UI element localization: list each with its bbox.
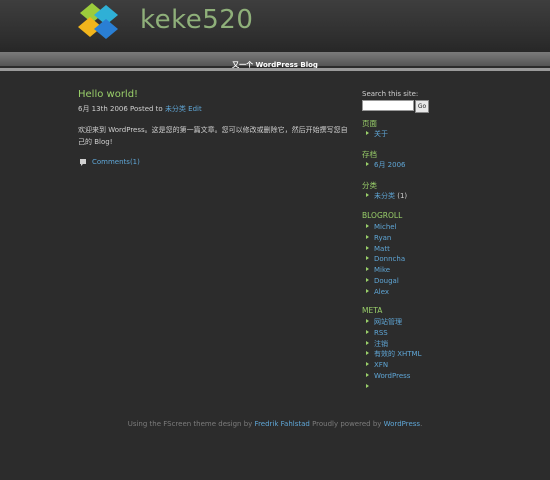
meta-link-wordpress[interactable]: WordPress bbox=[374, 372, 410, 380]
list-item: 未分类 (1) bbox=[362, 191, 407, 202]
blogroll-link[interactable]: Donncha bbox=[374, 255, 405, 263]
list-item: 有效的 XHTML bbox=[362, 349, 422, 360]
arrow-bullet-icon bbox=[366, 193, 369, 197]
search-input[interactable] bbox=[362, 100, 414, 111]
sidebar: Search this site: Go 页面 关于 存档 6月 2006 分类… bbox=[362, 90, 482, 388]
meta-link-admin[interactable]: 网站管理 bbox=[374, 318, 402, 326]
meta-link-rss[interactable]: RSS bbox=[374, 329, 388, 337]
arrow-bullet-icon bbox=[366, 234, 369, 239]
list-item: Mike bbox=[362, 265, 405, 276]
list-item: Dougal bbox=[362, 276, 405, 287]
categories-heading: 分类 bbox=[362, 181, 377, 190]
archive-link[interactable]: 6月 2006 bbox=[374, 161, 406, 169]
blogroll-link[interactable]: Dougal bbox=[374, 277, 399, 285]
blogroll-link[interactable]: Mike bbox=[374, 266, 390, 274]
blogroll-link[interactable]: Matt bbox=[374, 245, 390, 253]
list-item: XFN bbox=[362, 360, 422, 371]
meta-link-xhtml[interactable]: 有效的 XHTML bbox=[374, 350, 422, 358]
post-meta: 6月 13th 2006 Posted to 未分类 Edit bbox=[78, 104, 202, 114]
arrow-bullet-icon bbox=[366, 245, 369, 250]
arrow-bullet-icon bbox=[366, 288, 369, 293]
arrow-bullet-icon bbox=[366, 267, 369, 272]
list-item: Matt bbox=[362, 244, 405, 255]
tagline-bar: 又一个 WordPress Blog bbox=[0, 52, 550, 69]
search-form: Go bbox=[362, 100, 429, 113]
arrow-bullet-icon bbox=[366, 256, 369, 261]
arrow-bullet-icon bbox=[366, 362, 369, 367]
comments-link[interactable]: Comments(1) bbox=[92, 158, 140, 166]
header-divider bbox=[0, 68, 550, 71]
list-item: 6月 2006 bbox=[362, 160, 406, 171]
archives-section: 存档 6月 2006 bbox=[362, 149, 406, 171]
arrow-bullet-icon bbox=[366, 372, 369, 377]
site-logo-icon[interactable] bbox=[78, 3, 132, 39]
arrow-bullet-icon bbox=[366, 383, 369, 388]
meta-heading: META bbox=[362, 306, 383, 315]
footer-text-theme: Using the FScreen theme design by bbox=[127, 420, 253, 428]
post-body: 欢迎来到 WordPress。这是您的第一篇文章。您可以修改或删除它，然后开始撰… bbox=[78, 126, 348, 146]
blogroll-link[interactable]: Ryan bbox=[374, 234, 391, 242]
blogroll-link[interactable]: Alex bbox=[374, 288, 389, 296]
meta-link-xfn[interactable]: XFN bbox=[374, 361, 388, 369]
footer-period: . bbox=[420, 420, 423, 428]
site-header: keke520 bbox=[0, 0, 550, 52]
posted-to-label: Posted to bbox=[130, 105, 163, 113]
archives-heading: 存档 bbox=[362, 150, 377, 159]
footer-wordpress-link[interactable]: WordPress bbox=[384, 420, 420, 428]
comments-row: Comments(1) bbox=[80, 158, 140, 166]
post-category-link[interactable]: 未分类 bbox=[165, 105, 186, 113]
blogroll-section: BLOGROLL Michel Ryan Matt Donncha Mike D… bbox=[362, 211, 405, 298]
meta-link-logout[interactable]: 注销 bbox=[374, 340, 388, 348]
comment-icon bbox=[80, 159, 86, 166]
blogroll-link[interactable]: Michel bbox=[374, 223, 397, 231]
post-title-link[interactable]: Hello world! bbox=[78, 89, 138, 100]
list-item: 注销 bbox=[362, 339, 422, 350]
meta-section: META 网站管理 RSS 注销 有效的 XHTML XFN WordPress bbox=[362, 306, 422, 393]
categories-section: 分类 未分类 (1) bbox=[362, 180, 407, 202]
list-item: RSS bbox=[362, 328, 422, 339]
search-label: Search this site: bbox=[362, 90, 419, 98]
arrow-bullet-icon bbox=[366, 329, 369, 334]
page-link-about[interactable]: 关于 bbox=[374, 130, 388, 138]
list-item: WordPress bbox=[362, 371, 422, 382]
footer-author-link[interactable]: Fredrik Fahlstad bbox=[255, 420, 310, 428]
arrow-bullet-icon bbox=[366, 319, 369, 323]
arrow-bullet-icon bbox=[366, 340, 369, 345]
list-item bbox=[362, 382, 422, 393]
list-item: 网站管理 bbox=[362, 317, 422, 328]
pages-section: 页面 关于 bbox=[362, 118, 388, 140]
site-title[interactable]: keke520 bbox=[140, 5, 253, 35]
footer-text-powered: Proudly powered by bbox=[312, 420, 382, 428]
list-item: Ryan bbox=[362, 233, 405, 244]
arrow-bullet-icon bbox=[366, 224, 369, 228]
category-count: (1) bbox=[397, 192, 408, 200]
list-item: Alex bbox=[362, 287, 405, 298]
blogroll-heading: BLOGROLL bbox=[362, 211, 403, 220]
arrow-bullet-icon bbox=[366, 162, 369, 166]
footer: Using the FScreen theme design by Fredri… bbox=[0, 420, 550, 428]
pages-heading: 页面 bbox=[362, 119, 377, 128]
category-link[interactable]: 未分类 bbox=[374, 192, 395, 200]
arrow-bullet-icon bbox=[366, 351, 369, 356]
search-go-button[interactable]: Go bbox=[415, 100, 429, 113]
list-item: Donncha bbox=[362, 254, 405, 265]
arrow-bullet-icon bbox=[366, 131, 369, 135]
arrow-bullet-icon bbox=[366, 277, 369, 282]
post-edit-link[interactable]: Edit bbox=[188, 105, 202, 113]
list-item: 关于 bbox=[362, 129, 388, 140]
post-date: 6月 13th 2006 bbox=[78, 105, 128, 113]
list-item: Michel bbox=[362, 222, 405, 233]
